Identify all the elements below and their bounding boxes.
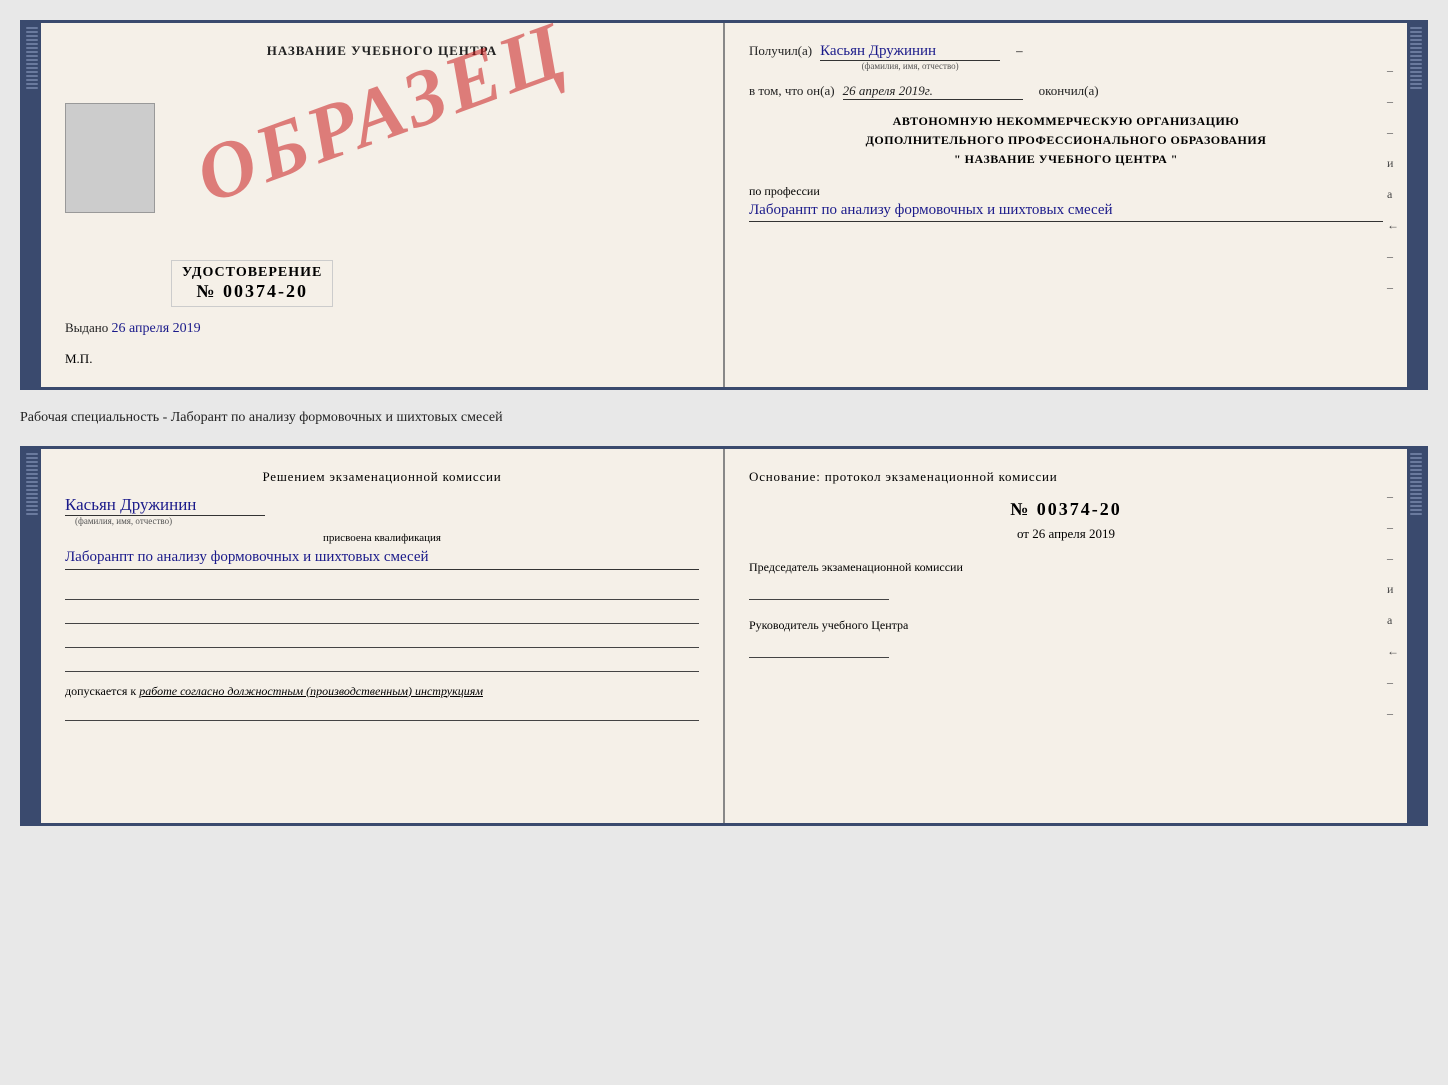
rukovoditel-block: Руководитель учебного Центра [749,616,1383,658]
org-line2: ДОПОЛНИТЕЛЬНОГО ПРОФЕССИОНАЛЬНОГО ОБРАЗО… [749,131,1383,150]
org-line3: " НАЗВАНИЕ УЧЕБНОГО ЦЕНТРА " [749,150,1383,169]
bottom-right-side-dashes: – – – и а ← – – [1387,489,1399,721]
po-professii-label: по профессии [749,184,1383,199]
ot-label: от [1017,526,1029,541]
profession-block: по профессии Лаборанпт по анализу формов… [749,184,1383,223]
predsedatel-block: Председатель экзаменационной комиссии [749,558,1383,600]
vydano-line: Выдано 26 апреля 2019 [65,320,201,337]
bottom-number: № 00374-20 [749,499,1383,520]
name-value: Касьян Дружинин [65,495,265,516]
spine-left-bottom [23,449,41,823]
right-side-dashes: – – – и а ← – – [1387,63,1399,295]
ot-date-value: 26 апреля 2019 [1032,526,1115,541]
udostoverenie-label: УДОСТОВЕРЕНИЕ [182,265,322,281]
rukovoditel-label: Руководитель учебного Центра [749,616,1383,634]
ot-date-row: от 26 апреля 2019 [749,526,1383,542]
bottom-right-panel: Основание: протокол экзаменационной коми… [725,449,1407,823]
top-right-panel: Получил(а) Касьян Дружинин (фамилия, имя… [725,23,1407,387]
bottom-left-panel: Решением экзаменационной комиссии Касьян… [41,449,725,823]
spine-right-bottom [1407,449,1425,823]
poluchil-label: Получил(а) [749,43,812,59]
kval-value: Лаборанпт по анализу формовочных и шихто… [65,546,699,570]
vydano-label: Выдано [65,320,108,335]
fio-small-bottom: (фамилия, имя, отчество) [75,516,172,526]
org-block: АВТОНОМНУЮ НЕКОММЕРЧЕСКУЮ ОРГАНИЗАЦИЮ ДО… [749,112,1383,170]
dash-separator: – [1016,43,1023,59]
dopusk-text: работе согласно должностным (производств… [139,684,483,698]
spine-right [1407,23,1425,387]
mp-label: М.П. [65,351,92,367]
top-left-panel: НАЗВАНИЕ УЧЕБНОГО ЦЕНТРА ОБРАЗЕЦ УДОСТОВ… [41,23,725,387]
rukovoditel-line [749,638,889,658]
poluchil-row: Получил(а) Касьян Дружинин (фамилия, имя… [749,43,1383,71]
resheniye-title: Решением экзаменационной комиссии [65,469,699,485]
okonchil-label: окончил(а) [1039,83,1099,99]
poluchil-value: Касьян Дружинин [820,43,1000,61]
page-container: НАЗВАНИЕ УЧЕБНОГО ЦЕНТРА ОБРАЗЕЦ УДОСТОВ… [20,20,1428,826]
name-row: Касьян Дружинин (фамилия, имя, отчество) [65,495,699,526]
bottom-lines [65,584,699,672]
vtom-row: в том, что он(а) 26 апреля 2019г. окончи… [749,83,1383,100]
middle-text: Рабочая специальность - Лаборант по анал… [20,402,1428,434]
udostoverenie-number: № 00374-20 [182,281,322,302]
profession-value: Лаборанпт по анализу формовочных и шихто… [749,199,1383,223]
vydano-date: 26 апреля 2019 [112,321,201,336]
photo-placeholder [65,103,155,213]
top-left-title: НАЗВАНИЕ УЧЕБНОГО ЦЕНТРА [65,43,699,59]
top-document: НАЗВАНИЕ УЧЕБНОГО ЦЕНТРА ОБРАЗЕЦ УДОСТОВ… [20,20,1428,390]
vtom-label: в том, что он(а) [749,83,835,99]
bottom-document: Решением экзаменационной комиссии Касьян… [20,446,1428,826]
org-line1: АВТОНОМНУЮ НЕКОММЕРЧЕСКУЮ ОРГАНИЗАЦИЮ [749,112,1383,131]
vtom-date: 26 апреля 2019г. [843,83,1023,100]
prisvoena-label: присвоена квалификация [65,532,699,544]
spine-left [23,23,41,387]
fio-small-top: (фамилия, имя, отчество) [862,61,959,71]
osnovaniye-title: Основание: протокол экзаменационной коми… [749,469,1383,485]
predsedatel-line [749,580,889,600]
dopusk-block: допускается к работе согласно должностны… [65,684,699,699]
dopuskaetsya-label: допускается к [65,684,136,698]
predsedatel-label: Председатель экзаменационной комиссии [749,558,1383,576]
